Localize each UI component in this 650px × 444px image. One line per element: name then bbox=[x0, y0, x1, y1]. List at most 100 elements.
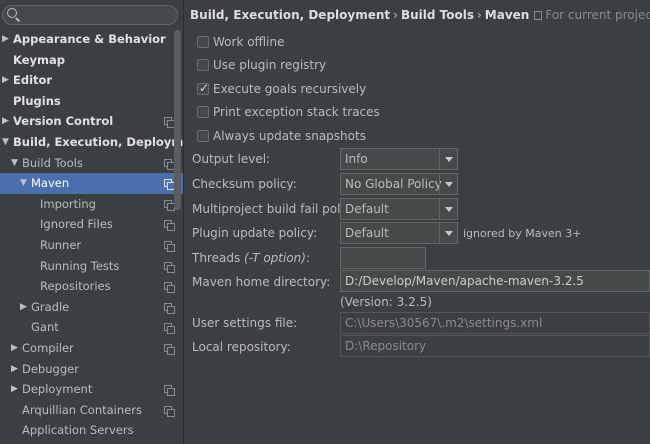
local-repository-value: D:\Repository bbox=[345, 339, 427, 353]
project-scope-icon bbox=[164, 343, 175, 355]
sidebar-item-label: Version Control bbox=[13, 114, 114, 129]
project-scope-icon bbox=[164, 179, 175, 191]
sidebar-item-label: Plugins bbox=[13, 93, 61, 108]
breadcrumb-separator: › bbox=[393, 8, 398, 22]
breadcrumb-item: Build, Execution, Deployment bbox=[190, 8, 391, 22]
maven-version-label: (Version: 3.2.5) bbox=[340, 295, 432, 309]
collapse-arrow-icon[interactable]: ▶ bbox=[2, 70, 9, 91]
user-settings-input[interactable]: C:\Users\30567\.m2\settings.xml bbox=[340, 312, 650, 334]
checksum-policy-value: No Global Policy bbox=[345, 177, 442, 191]
sidebar-item-runner[interactable]: Runner bbox=[0, 235, 183, 256]
breadcrumb-item: Maven bbox=[484, 8, 530, 22]
settings-search-input[interactable] bbox=[2, 5, 178, 25]
sidebar-item-compiler[interactable]: ▶ Compiler bbox=[0, 338, 183, 359]
project-scope-icon bbox=[164, 220, 175, 232]
expand-arrow-icon[interactable]: ▼ bbox=[2, 132, 9, 153]
search-icon bbox=[7, 8, 17, 18]
settings-tree: ▶ Appearance & Behavior Keymap ▶ Editor Plugi… bbox=[0, 29, 183, 441]
chevron-down-icon[interactable] bbox=[439, 174, 457, 194]
plugin-update-policy-label: Plugin update policy: bbox=[192, 226, 318, 240]
collapse-arrow-icon[interactable]: ▶ bbox=[2, 111, 9, 132]
chevron-down-icon[interactable] bbox=[439, 199, 457, 219]
settings-sidebar: ▶ Appearance & Behavior Keymap ▶ Editor Plugi… bbox=[0, 0, 184, 444]
sidebar-item-deployment[interactable]: ▶ Deployment bbox=[0, 379, 183, 400]
sidebar-item-application-servers[interactable]: Application Servers bbox=[0, 420, 183, 441]
sidebar-item-ignored-files[interactable]: Ignored Files bbox=[0, 214, 183, 235]
multiproject-fail-policy-select[interactable]: Default bbox=[340, 198, 458, 220]
local-repository-input[interactable]: D:\Repository bbox=[340, 335, 650, 357]
plugin-update-policy-value: Default bbox=[345, 226, 389, 240]
multiproject-fail-policy-value: Default bbox=[345, 202, 389, 216]
sidebar-item-label: Deployment bbox=[22, 382, 93, 397]
sidebar-item-running-tests[interactable]: Running Tests bbox=[0, 256, 183, 277]
output-level-select[interactable]: Info bbox=[340, 148, 458, 170]
chevron-down-icon[interactable] bbox=[439, 149, 457, 169]
project-scope-icon bbox=[164, 199, 175, 211]
sidebar-item-label: Runner bbox=[40, 237, 82, 252]
project-scope-icon bbox=[164, 240, 175, 252]
sidebar-item-repositories[interactable]: Repositories bbox=[0, 276, 183, 297]
sidebar-item-label: Importing bbox=[40, 196, 96, 211]
sidebar-item-label: Ignored Files bbox=[40, 217, 113, 232]
sidebar-item-label: Compiler bbox=[22, 340, 74, 355]
collapse-arrow-icon[interactable]: ▶ bbox=[2, 29, 9, 50]
collapse-arrow-icon[interactable]: ▶ bbox=[11, 379, 18, 400]
collapse-arrow-icon[interactable]: ▶ bbox=[11, 338, 18, 359]
maven-home-input[interactable]: D:/Develop/Maven/apache-maven-3.2.5 bbox=[340, 270, 650, 292]
plugin-update-policy-select[interactable]: Default bbox=[340, 222, 458, 244]
sidebar-item-label: Debugger bbox=[22, 361, 79, 376]
sidebar-item-arquillian-containers[interactable]: Arquillian Containers bbox=[0, 400, 183, 421]
user-settings-value: C:\Users\30567\.m2\settings.xml bbox=[345, 316, 543, 330]
project-scope-icon bbox=[164, 117, 175, 129]
sidebar-item-label: Gant bbox=[31, 320, 59, 335]
expand-arrow-icon[interactable]: ▼ bbox=[11, 153, 18, 174]
sidebar-item-importing[interactable]: Importing bbox=[0, 194, 183, 215]
checkbox-box[interactable] bbox=[197, 59, 209, 71]
sidebar-item-plugins[interactable]: Plugins bbox=[0, 91, 183, 112]
sidebar-item-label: Application Servers bbox=[22, 423, 134, 438]
sidebar-item-keymap[interactable]: Keymap bbox=[0, 50, 183, 71]
execute-goals-recursively-label: Execute goals recursively bbox=[213, 82, 367, 96]
project-scope-icon bbox=[164, 302, 175, 314]
breadcrumb-item: Build Tools bbox=[400, 8, 474, 22]
sidebar-item-label: Maven bbox=[31, 176, 70, 191]
project-scope-icon bbox=[534, 11, 543, 20]
threads-label: Threads (-T option): bbox=[192, 251, 310, 265]
sidebar-item-label: Repositories bbox=[40, 279, 111, 294]
sidebar-item-appearance-behavior[interactable]: ▶ Appearance & Behavior bbox=[0, 29, 183, 50]
sidebar-item-version-control[interactable]: ▶ Version Control bbox=[0, 111, 183, 132]
always-update-snapshots-label: Always update snapshots bbox=[213, 129, 366, 143]
sidebar-item-build-tools[interactable]: ▼ Build Tools bbox=[0, 153, 183, 174]
checksum-policy-select[interactable]: No Global Policy bbox=[340, 173, 458, 195]
sidebar-item-debugger[interactable]: ▶ Debugger bbox=[0, 359, 183, 380]
sidebar-item-label: Arquillian Containers bbox=[22, 402, 142, 417]
multiproject-fail-policy-label: Multiproject build fail policy: bbox=[192, 202, 361, 216]
project-scope-hint: For current project bbox=[545, 8, 650, 22]
checkmark-icon: ✓ bbox=[199, 81, 210, 95]
sidebar-item-gradle[interactable]: ▶ Gradle bbox=[0, 297, 183, 318]
project-scope-icon bbox=[164, 261, 175, 273]
checksum-policy-label: Checksum policy: bbox=[192, 177, 297, 191]
checkbox-box[interactable] bbox=[197, 106, 209, 118]
sidebar-item-maven[interactable]: ▼ Maven bbox=[0, 173, 183, 194]
maven-home-label: Maven home directory: bbox=[192, 275, 331, 289]
sidebar-item-build-execution-deployment[interactable]: ▼ Build, Execution, Deployment bbox=[0, 132, 183, 153]
sidebar-item-label: Keymap bbox=[13, 52, 65, 67]
sidebar-item-label: Build Tools bbox=[22, 155, 83, 170]
checkbox-box[interactable] bbox=[197, 130, 209, 142]
project-scope-icon bbox=[164, 385, 175, 397]
sidebar-scrollbar[interactable] bbox=[174, 30, 181, 210]
expand-arrow-icon[interactable]: ▼ bbox=[20, 173, 27, 194]
chevron-down-icon[interactable] bbox=[439, 223, 457, 243]
threads-input[interactable] bbox=[340, 247, 426, 269]
collapse-arrow-icon[interactable]: ▶ bbox=[11, 359, 18, 380]
threads-label-colon: : bbox=[305, 251, 310, 265]
checkbox-box[interactable] bbox=[197, 36, 209, 48]
project-scope-icon bbox=[164, 405, 175, 417]
sidebar-item-editor[interactable]: ▶ Editor bbox=[0, 70, 183, 91]
checkbox-box[interactable]: ✓ bbox=[197, 81, 209, 95]
sidebar-item-gant[interactable]: Gant bbox=[0, 317, 183, 338]
collapse-arrow-icon[interactable]: ▶ bbox=[20, 297, 27, 318]
print-exception-stack-traces-label: Print exception stack traces bbox=[213, 105, 380, 119]
sidebar-item-label: Running Tests bbox=[40, 258, 120, 273]
